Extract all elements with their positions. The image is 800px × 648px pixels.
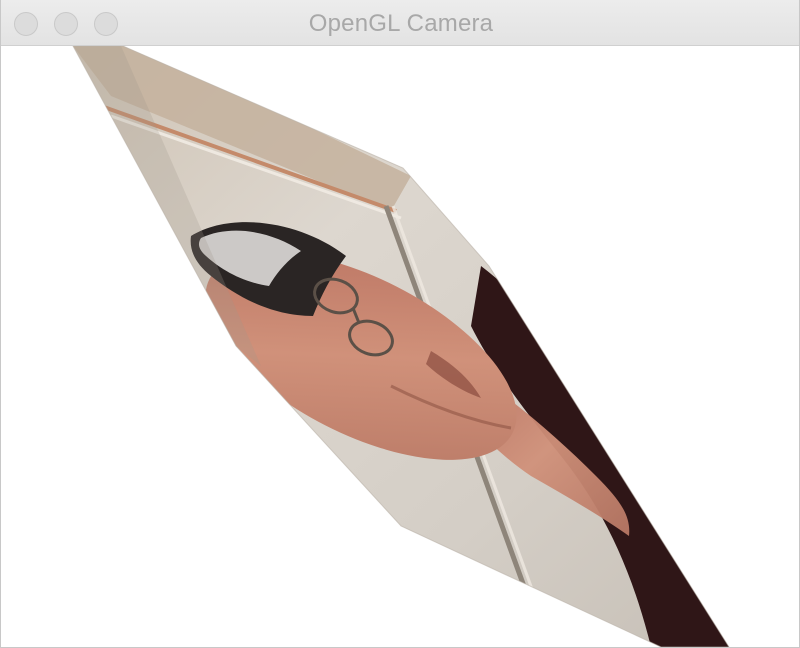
window-title: OpenGL Camera <box>308 10 494 37</box>
opengl-render-viewport[interactable] <box>1 46 799 647</box>
opengl-camera-window: OpenGL Camera <box>0 0 800 648</box>
window-titlebar[interactable]: OpenGL Camera <box>1 0 799 46</box>
camera-texture-canvas <box>72 46 730 647</box>
